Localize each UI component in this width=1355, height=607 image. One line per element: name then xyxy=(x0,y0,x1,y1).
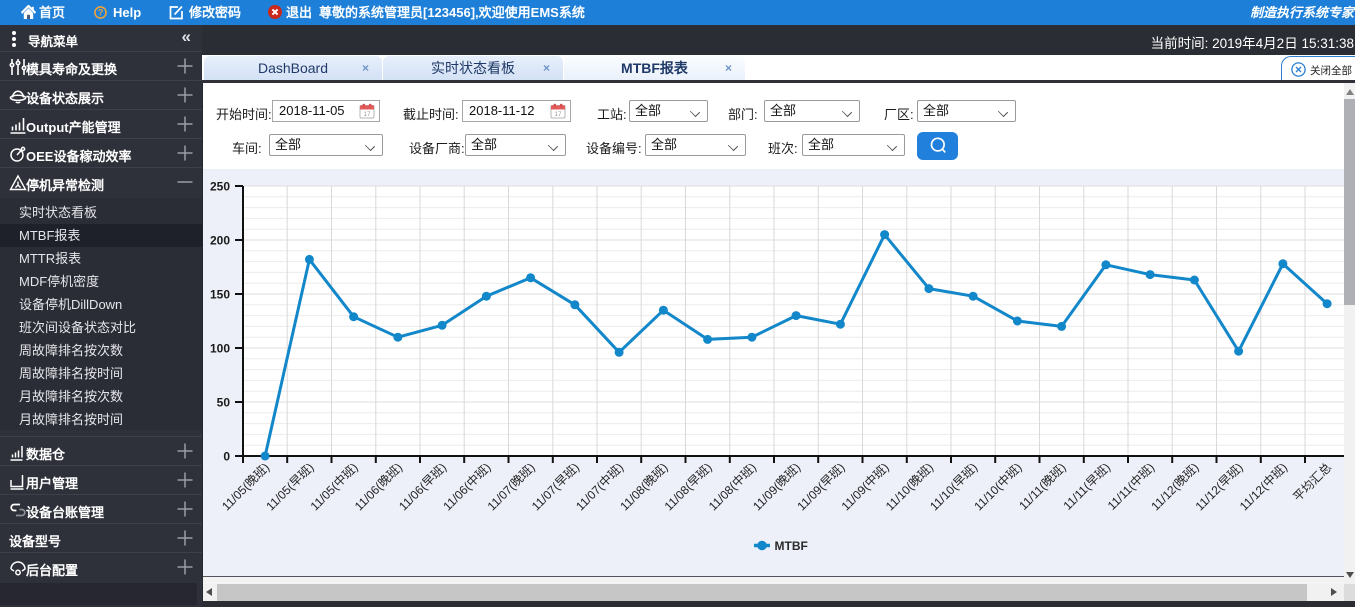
svg-text:17: 17 xyxy=(554,111,562,118)
svg-text:11/11(早班): 11/11(早班) xyxy=(1061,460,1114,513)
svg-text:MTBF: MTBF xyxy=(775,539,808,553)
svg-text:11/12(中班): 11/12(中班) xyxy=(1236,460,1290,514)
svg-text:200: 200 xyxy=(210,234,230,248)
svg-text:150: 150 xyxy=(210,288,230,302)
svg-text:50: 50 xyxy=(217,396,231,410)
svg-text:11/10(中班): 11/10(中班) xyxy=(971,460,1025,514)
svg-text:平均汇总: 平均汇总 xyxy=(1290,460,1334,504)
svg-text:250: 250 xyxy=(210,180,230,194)
svg-text:100: 100 xyxy=(210,342,230,356)
svg-text:?: ? xyxy=(98,8,104,18)
svg-text:0: 0 xyxy=(223,450,230,464)
svg-text:11/11(晚班): 11/11(晚班) xyxy=(1016,460,1069,513)
svg-text:17: 17 xyxy=(363,111,371,118)
